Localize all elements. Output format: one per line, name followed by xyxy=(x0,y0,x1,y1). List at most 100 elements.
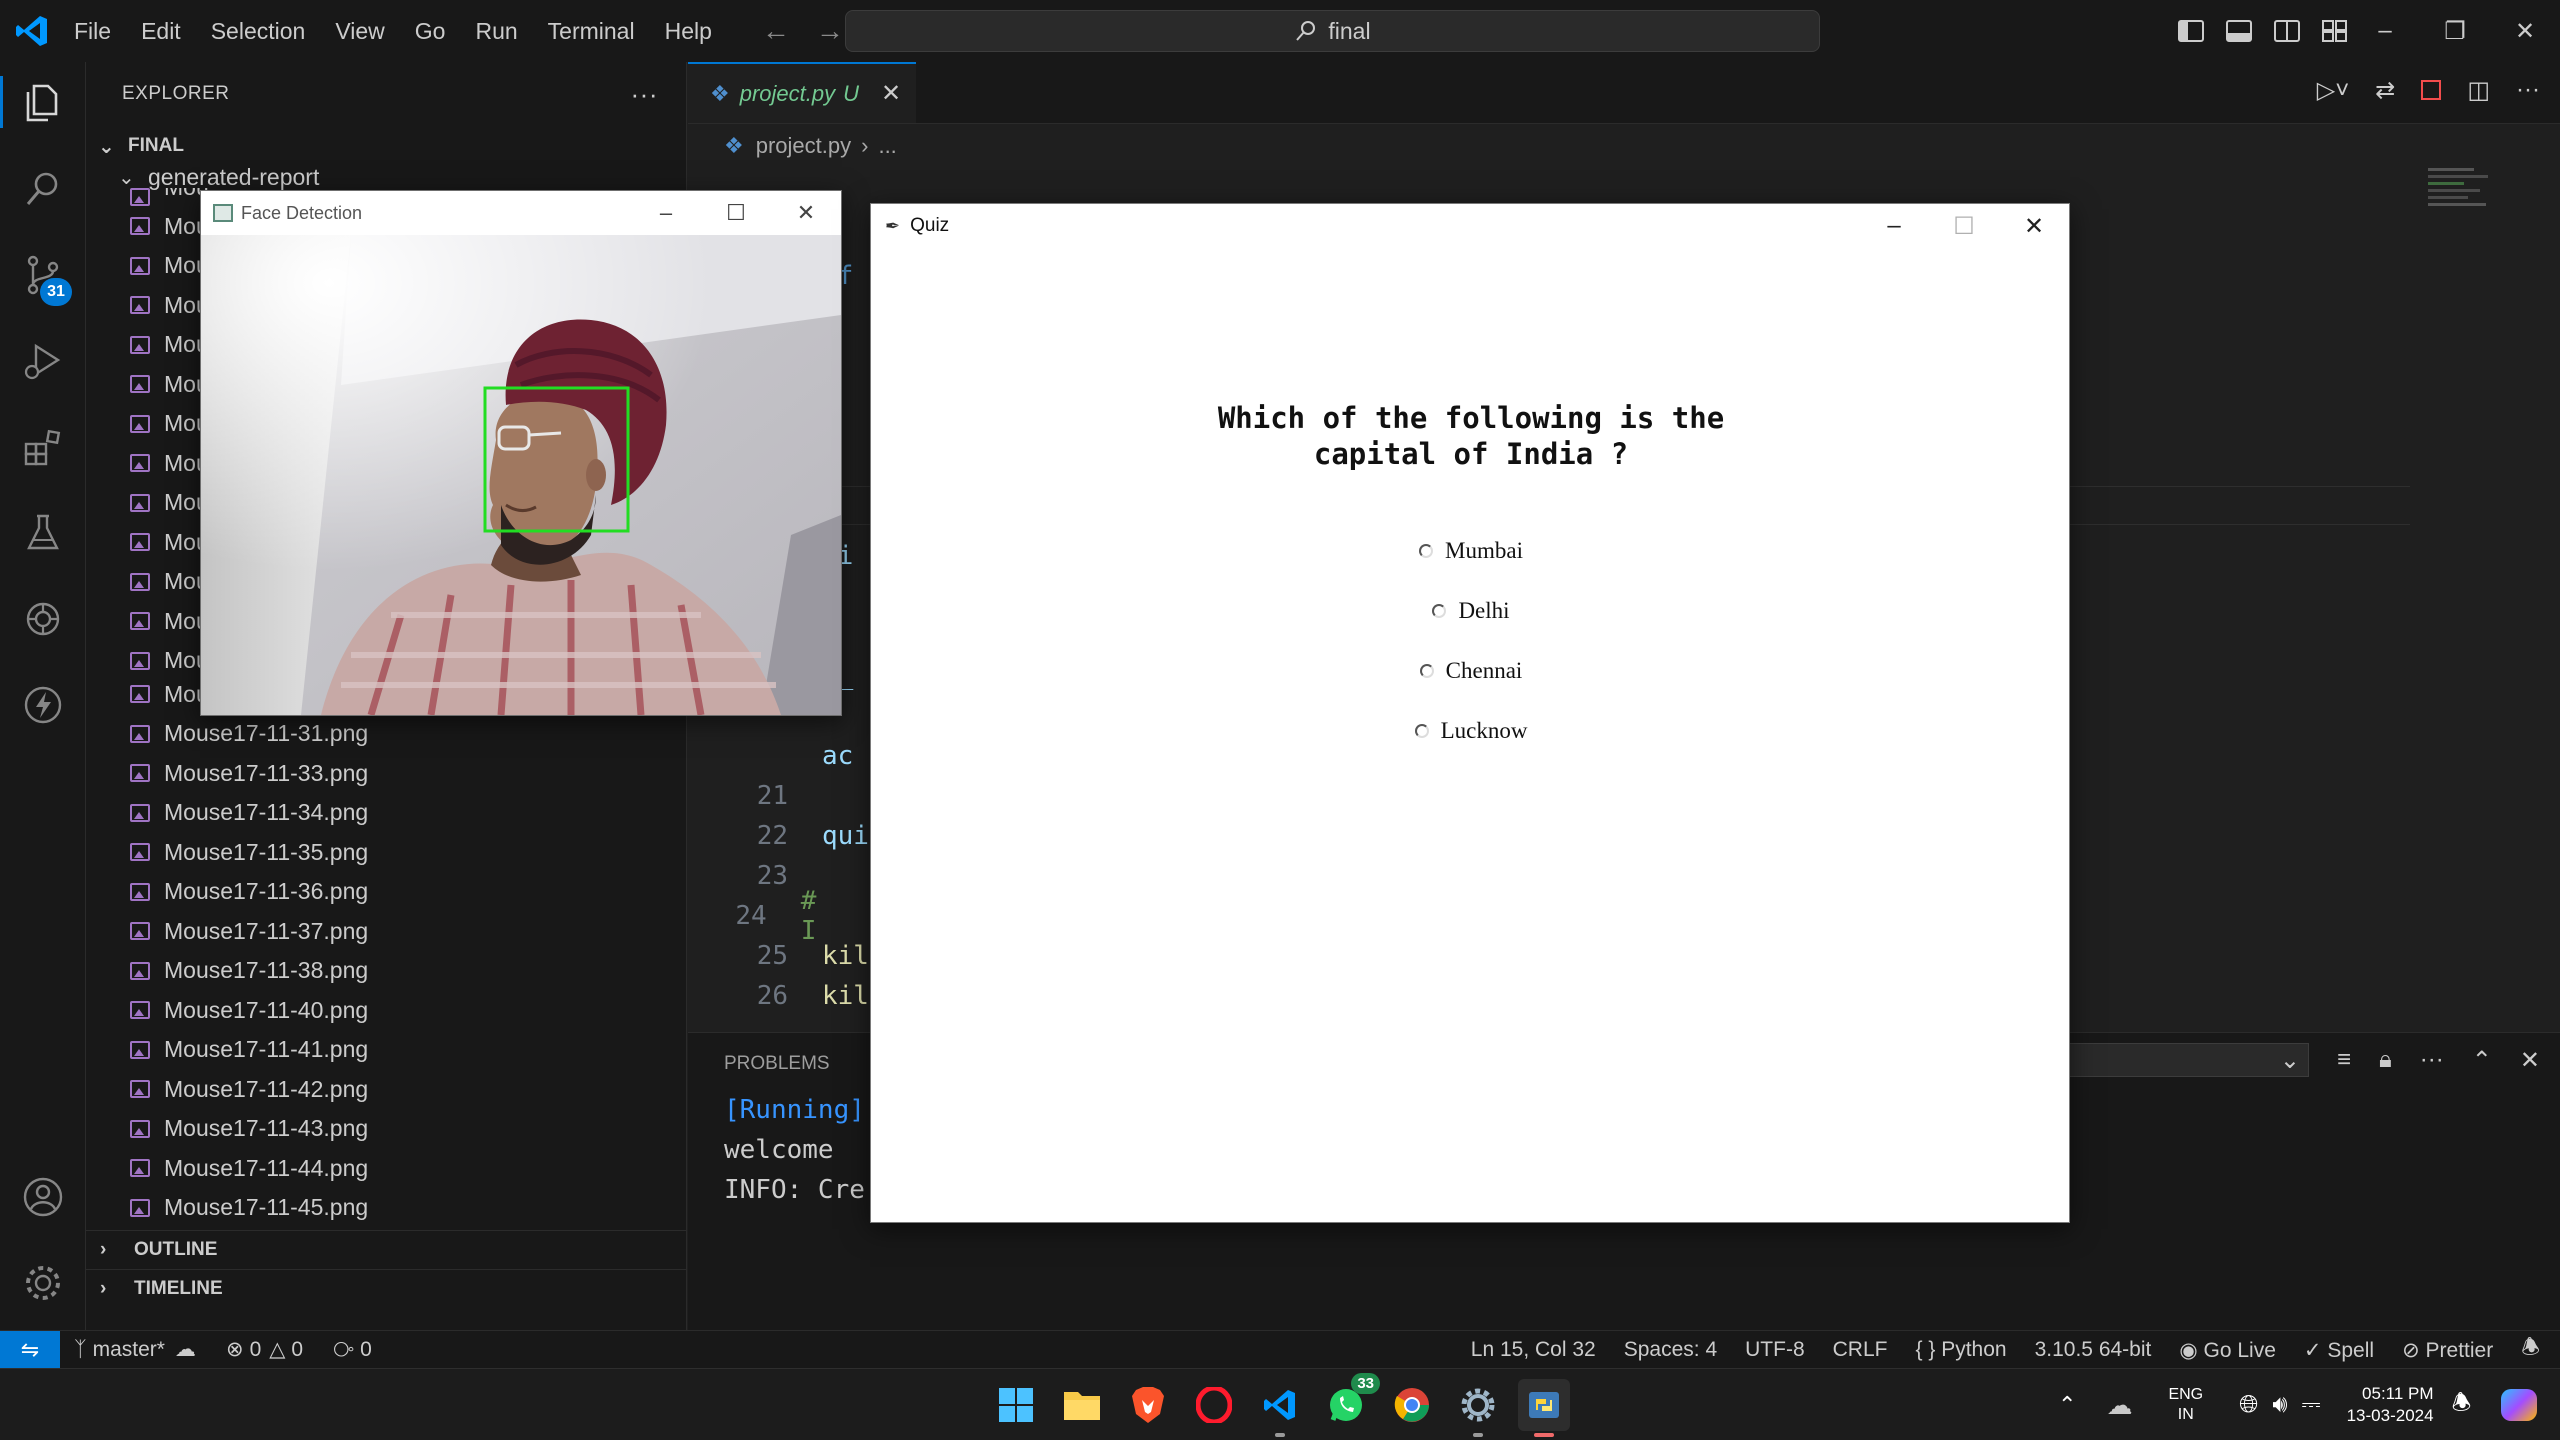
list-item[interactable]: Mouse17-11-44.png xyxy=(86,1148,686,1188)
search-icon[interactable] xyxy=(20,166,66,212)
list-item[interactable]: Mouse17-11-38.png xyxy=(86,951,686,991)
menu-selection[interactable]: Selection xyxy=(211,18,306,45)
close-tab-icon[interactable]: ✕ xyxy=(881,79,901,108)
extensions-icon[interactable] xyxy=(20,424,66,470)
option-chennai[interactable]: Chennai xyxy=(871,658,2071,684)
close-icon[interactable]: ✕ xyxy=(771,200,841,226)
minimize-icon[interactable]: – xyxy=(2350,17,2420,45)
restore-icon[interactable]: ❐ xyxy=(2420,17,2490,46)
minimap[interactable] xyxy=(2428,164,2508,284)
volume-icon[interactable]: 🔊︎ xyxy=(2272,1391,2287,1419)
menu-run[interactable]: Run xyxy=(475,18,517,45)
list-item[interactable]: Mouse17-11-43.png xyxy=(86,1109,686,1149)
close-icon[interactable]: ✕ xyxy=(2490,17,2560,46)
customize-layout-icon[interactable] xyxy=(2322,20,2348,42)
outline-section[interactable]: › OUTLINE xyxy=(86,1230,686,1268)
tab-project-py[interactable]: ❖ project.py U ✕ xyxy=(688,62,916,123)
minimize-icon[interactable]: – xyxy=(1859,212,1929,241)
list-item[interactable]: Mouse17-11-40.png xyxy=(86,990,686,1030)
maximize-icon[interactable]: ☐ xyxy=(1929,212,1999,241)
list-item[interactable]: Mouse17-11-41.png xyxy=(86,1030,686,1070)
menu-help[interactable]: Help xyxy=(665,18,712,45)
remote-icon[interactable]: ⇋ xyxy=(0,1330,60,1369)
battery-icon[interactable]: ⎓ xyxy=(2301,1391,2320,1419)
clear-output-icon[interactable]: ≡ xyxy=(2337,1046,2351,1074)
whatsapp-icon[interactable]: 33 xyxy=(1320,1373,1380,1431)
notifications-bell-icon[interactable]: 🕭︎ xyxy=(2521,1333,2540,1368)
python-app-icon[interactable] xyxy=(1518,1379,1570,1437)
radio-button[interactable] xyxy=(1432,604,1447,618)
windows-start-icon[interactable] xyxy=(990,1379,1042,1431)
indentation[interactable]: Spaces: 4 xyxy=(1624,1338,1717,1362)
breadcrumb-file[interactable]: project.py xyxy=(756,133,851,159)
radio-button[interactable] xyxy=(1419,544,1434,558)
account-icon[interactable] xyxy=(20,1174,66,1220)
radio-button[interactable] xyxy=(1414,724,1429,738)
list-item[interactable]: Mouse17-11-37.png xyxy=(86,911,686,951)
minimize-icon[interactable]: – xyxy=(631,200,701,226)
vscode-taskbar-icon[interactable] xyxy=(1254,1379,1306,1437)
toggle-panel-icon[interactable] xyxy=(2226,20,2252,42)
toggle-secondary-sidebar-icon[interactable] xyxy=(2274,20,2300,42)
more-actions-icon[interactable]: ··· xyxy=(631,79,658,110)
list-item[interactable]: Mouse17-11-35.png xyxy=(86,832,686,872)
python-interpreter[interactable]: 3.10.5 64-bit xyxy=(2035,1338,2152,1362)
encoding[interactable]: UTF-8 xyxy=(1745,1338,1805,1362)
onedrive-cloud-icon[interactable]: ☁ xyxy=(2106,1390,2132,1421)
list-item[interactable]: Mouse17-11-31.png xyxy=(86,714,686,754)
option-lucknow[interactable]: Lucknow xyxy=(871,718,2071,744)
menu-terminal[interactable]: Terminal xyxy=(548,18,635,45)
maximize-icon[interactable]: ☐ xyxy=(701,200,771,226)
network-globe-icon[interactable]: 🌐︎ xyxy=(2239,1391,2258,1419)
maximize-panel-icon[interactable]: ⌃ xyxy=(2472,1046,2492,1075)
language-mode[interactable]: { } Python xyxy=(1915,1338,2006,1362)
more-actions-icon[interactable]: ··· xyxy=(2420,1046,2444,1074)
chatgpt-icon[interactable] xyxy=(20,596,66,642)
cursor-position[interactable]: Ln 15, Col 32 xyxy=(1471,1338,1596,1362)
line-endings[interactable]: CRLF xyxy=(1833,1338,1888,1362)
face-window-titlebar[interactable]: Face Detection – ☐ ✕ xyxy=(201,191,841,235)
brave-browser-icon[interactable] xyxy=(1122,1379,1174,1431)
error-count[interactable]: 0 xyxy=(250,1338,262,1362)
list-item[interactable]: Mouse17-11-36.png xyxy=(86,872,686,912)
compare-changes-icon[interactable]: ⇄ xyxy=(2375,76,2395,105)
close-icon[interactable]: ✕ xyxy=(1999,212,2069,241)
option-mumbai[interactable]: Mumbai xyxy=(871,538,2071,564)
file-explorer-icon[interactable] xyxy=(1056,1379,1108,1431)
quiz-window-titlebar[interactable]: ✒ Quiz – ☐ ✕ xyxy=(871,204,2069,248)
git-branch[interactable]: master* xyxy=(93,1338,165,1362)
tab-problems[interactable]: PROBLEMS xyxy=(724,1053,830,1074)
thunder-client-icon[interactable] xyxy=(20,682,66,728)
timeline-section[interactable]: › TIMELINE xyxy=(86,1269,686,1307)
option-delhi[interactable]: Delhi xyxy=(871,598,2071,624)
copilot-icon[interactable] xyxy=(2501,1389,2538,1421)
chevron-up-icon[interactable]: ⌃ xyxy=(2058,1392,2076,1418)
spell-button[interactable]: ✓ Spell xyxy=(2304,1338,2374,1363)
ports-count[interactable]: 0 xyxy=(360,1338,372,1362)
run-debug-icon[interactable] xyxy=(20,338,66,384)
workspace-root[interactable]: ⌄ FINAL xyxy=(86,126,686,166)
clock[interactable]: 05:11 PM 13-03-2024 xyxy=(2347,1383,2434,1427)
settings-app-icon[interactable] xyxy=(1452,1379,1504,1437)
forward-arrow-icon[interactable]: → xyxy=(816,15,844,47)
menu-edit[interactable]: Edit xyxy=(141,18,181,45)
radio-button[interactable] xyxy=(1419,664,1434,678)
testing-flask-icon[interactable] xyxy=(20,510,66,556)
menu-view[interactable]: View xyxy=(335,18,384,45)
explorer-files-icon[interactable] xyxy=(20,80,66,126)
ports-icon[interactable]: ⧂ xyxy=(333,1338,354,1362)
go-live-button[interactable]: ◉ Go Live xyxy=(2179,1338,2276,1363)
list-item[interactable]: Mouse17-11-34.png xyxy=(86,793,686,833)
menu-go[interactable]: Go xyxy=(415,18,446,45)
more-actions-icon[interactable]: ··· xyxy=(2516,76,2540,105)
close-panel-icon[interactable]: ✕ xyxy=(2520,1046,2540,1075)
warning-count[interactable]: 0 xyxy=(291,1338,303,1362)
settings-gear-icon[interactable] xyxy=(20,1260,66,1306)
command-center-search[interactable]: final xyxy=(845,10,1820,52)
stop-icon[interactable] xyxy=(2421,80,2442,100)
back-arrow-icon[interactable]: ← xyxy=(762,15,790,47)
opera-browser-icon[interactable] xyxy=(1188,1379,1240,1431)
list-item[interactable]: Mouse17-11-33.png xyxy=(86,753,686,793)
warning-icon[interactable]: △ xyxy=(269,1337,285,1362)
run-file-icon[interactable]: ▷˅ xyxy=(2317,76,2349,105)
